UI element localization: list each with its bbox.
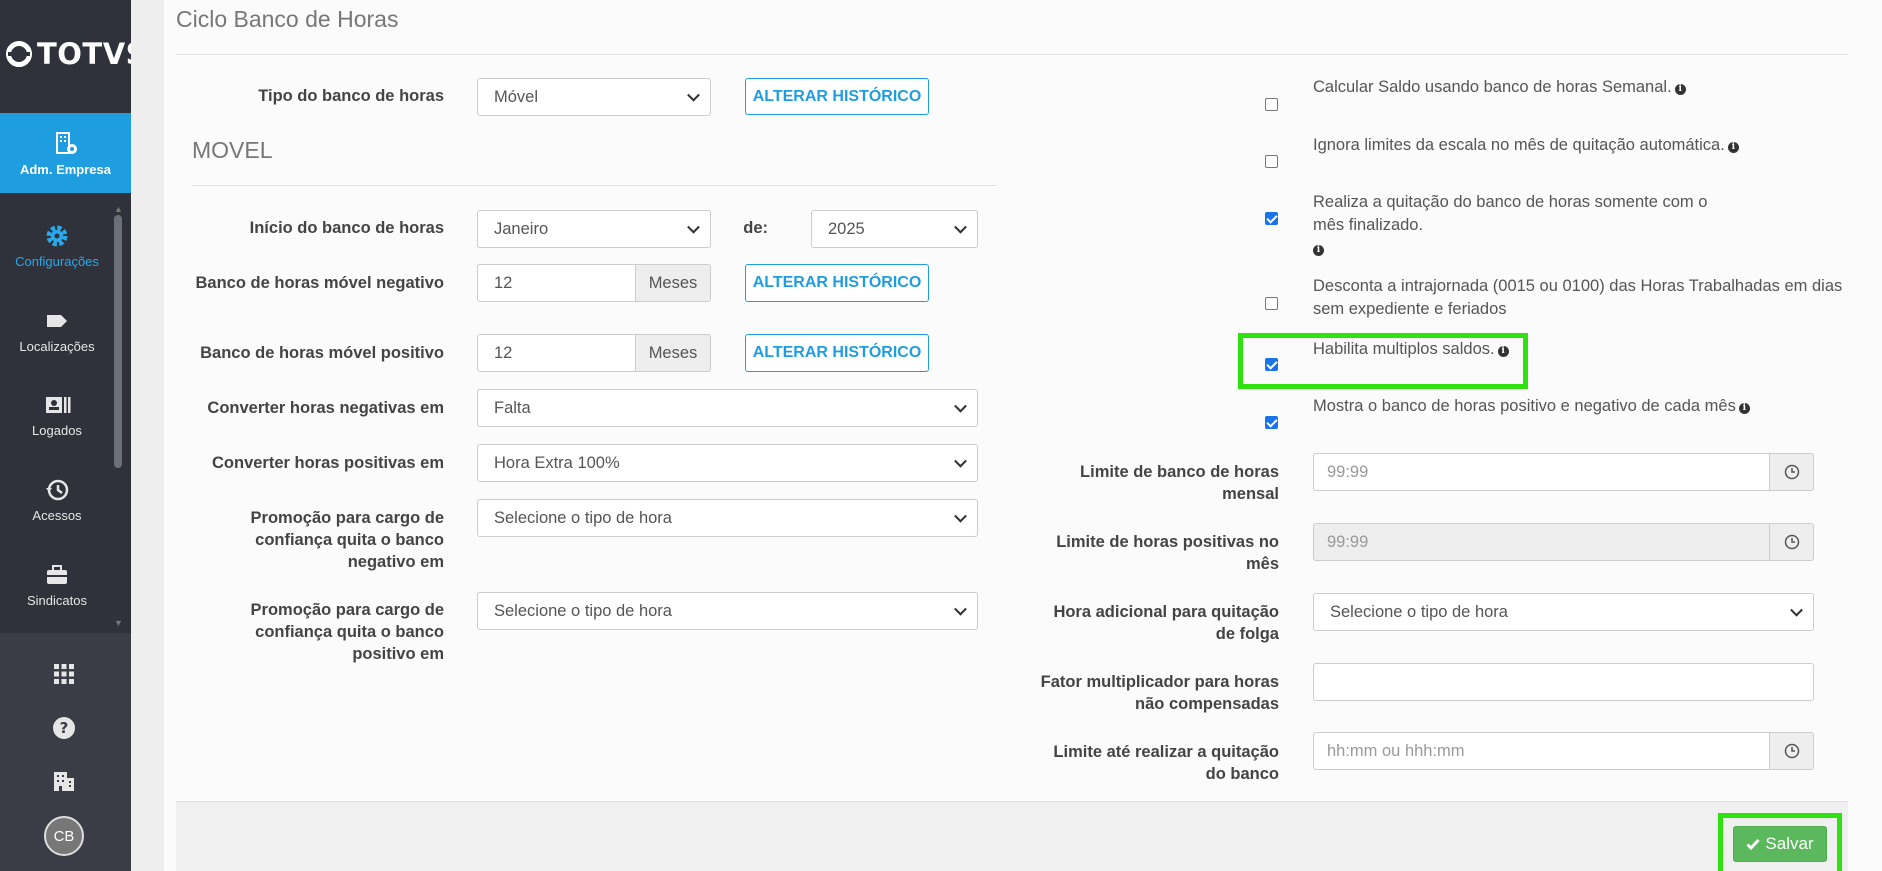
check-ignora-limites[interactable] — [1265, 155, 1278, 168]
briefcase-icon — [47, 565, 67, 584]
highlight-multiplos-saldos — [1238, 333, 1528, 389]
conv-pos-select[interactable]: Hora Extra 100% — [477, 444, 978, 482]
positivo-meses-addon: Meses — [635, 334, 711, 372]
check-saldo-semanal[interactable] — [1265, 98, 1278, 111]
check-mostra-label: Mostra o banco de horas positivo e negat… — [1313, 395, 1873, 418]
check-desconta-label: Desconta a intrajornada (0015 ou 0100) d… — [1313, 277, 1843, 318]
positivo-label: Banco de horas móvel positivo — [200, 344, 444, 362]
limite-pos-clock[interactable] — [1769, 523, 1814, 561]
grid-icon[interactable] — [51, 661, 77, 687]
tipo-select[interactable]: Móvel — [477, 78, 711, 116]
inicio-label: Início do banco de horas — [249, 219, 444, 237]
conv-neg-select[interactable]: Falta — [477, 389, 978, 427]
page-title: Ciclo Banco de Horas — [176, 6, 399, 32]
info-icon[interactable]: i — [1313, 245, 1324, 256]
save-button[interactable]: Salvar — [1733, 826, 1827, 862]
promo-pos-select[interactable]: Selecione o tipo de hora — [477, 592, 978, 630]
info-icon[interactable]: i — [1727, 142, 1739, 153]
check-quitacao-label: Realiza a quitação do banco de horas som… — [1313, 193, 1708, 256]
sidebar: TOTVS Adm. Empresa Configurações Localiz… — [0, 0, 147, 871]
check-saldo-semanal-label: Calcular Saldo usando banco de horas Sem… — [1313, 76, 1853, 99]
sidebar-item-acessos[interactable]: Acessos — [0, 476, 114, 523]
sidebar-item-label: Logados — [32, 423, 82, 438]
content-gutter — [131, 0, 164, 871]
de-label: de: — [743, 219, 768, 237]
check-ignora-limites-label: Ignora limites da escala no mês de quita… — [1313, 134, 1853, 157]
sidebar-item-configuracoes[interactable]: Configurações — [0, 222, 114, 269]
sidebar-item-label: Acessos — [32, 508, 82, 523]
limite-quitacao-label: Limite até realizar a quitação do banco — [1053, 743, 1279, 783]
limite-pos-label: Limite de horas positivas no mês — [1056, 533, 1279, 573]
building-gear-icon — [55, 132, 77, 154]
check-mostra-banco[interactable] — [1265, 416, 1278, 429]
clock-icon — [1784, 534, 1799, 550]
limite-quitacao-clock[interactable] — [1769, 732, 1814, 770]
scroll-down-icon[interactable]: ▼ — [114, 618, 123, 628]
clock-icon — [1784, 743, 1799, 759]
sidebar-item-label: Configurações — [15, 254, 99, 269]
gear-icon — [46, 225, 68, 247]
limite-pos-input[interactable]: 99:99 — [1313, 523, 1770, 561]
sidebar-scrollbar[interactable] — [114, 215, 122, 468]
promo-neg-label: Promoção para cargo de confiança quita o… — [250, 509, 444, 571]
inicio-year-select[interactable]: 2025 — [811, 210, 978, 248]
form-footer — [176, 801, 1848, 871]
avatar[interactable]: CB — [44, 816, 84, 856]
section-divider — [192, 185, 996, 186]
sidebar-item-logados[interactable]: Logados — [0, 391, 114, 438]
info-icon[interactable]: i — [1674, 84, 1686, 95]
scroll-up-icon[interactable]: ▲ — [114, 204, 123, 214]
section-title: MOVEL — [192, 137, 273, 163]
promo-pos-label: Promoção para cargo de confiança quita o… — [250, 601, 444, 663]
hora-adicional-label: Hora adicional para quitação de folga — [1053, 603, 1279, 643]
negativo-input[interactable]: 12 — [477, 264, 636, 302]
tipo-alterar-historico-button[interactable]: ALTERAR HISTÓRICO — [745, 78, 929, 115]
limite-mensal-input[interactable]: 99:99 — [1313, 453, 1770, 491]
info-icon[interactable]: i — [1738, 403, 1750, 414]
clock-icon — [1784, 464, 1799, 480]
sidebar-item-label: Localizações — [19, 339, 95, 354]
sidebar-item-sindicatos[interactable]: Sindicatos — [0, 561, 114, 608]
limite-quitacao-input[interactable]: hh:mm ou hhh:mm — [1313, 732, 1770, 770]
promo-neg-select[interactable]: Selecione o tipo de hora — [477, 499, 978, 537]
negativo-alterar-historico-button[interactable]: ALTERAR HISTÓRICO — [745, 264, 929, 302]
check-icon — [1746, 838, 1761, 850]
conv-neg-label: Converter horas negativas em — [207, 399, 444, 417]
building-icon[interactable] — [51, 768, 77, 794]
positivo-alterar-historico-button[interactable]: ALTERAR HISTÓRICO — [745, 334, 929, 372]
svg-text:?: ? — [60, 719, 69, 737]
inicio-month-select[interactable]: Janeiro — [477, 210, 711, 248]
tag-icon — [47, 315, 67, 327]
check-quitacao-mes-finalizado[interactable] — [1265, 212, 1278, 225]
tipo-label: Tipo do banco de horas — [258, 87, 444, 105]
totvs-logo-icon — [6, 41, 32, 67]
history-icon — [46, 479, 69, 501]
hora-adicional-select[interactable]: Selecione o tipo de hora — [1313, 593, 1814, 631]
help-icon[interactable]: ? — [51, 715, 77, 741]
sidebar-item-localizacoes[interactable]: Localizações — [0, 307, 114, 354]
sidebar-item-label: Sindicatos — [27, 593, 87, 608]
conv-pos-label: Converter horas positivas em — [212, 454, 444, 472]
totvs-logo[interactable]: TOTVS — [6, 36, 147, 72]
save-button-label: Salvar — [1765, 834, 1814, 853]
sidebar-item-adm-empresa[interactable]: Adm. Empresa — [0, 113, 131, 193]
id-card-icon — [46, 397, 71, 413]
negativo-meses-addon: Meses — [635, 264, 711, 302]
negativo-label: Banco de horas móvel negativo — [195, 274, 444, 292]
limite-mensal-label: Limite de banco de horas mensal — [1080, 463, 1279, 503]
fator-label: Fator multiplicador para horas não compe… — [1040, 673, 1279, 713]
limite-mensal-clock[interactable] — [1769, 453, 1814, 491]
title-divider — [176, 54, 1848, 55]
sidebar-item-label: Adm. Empresa — [19, 162, 112, 177]
positivo-input[interactable]: 12 — [477, 334, 636, 372]
fator-input[interactable] — [1313, 663, 1814, 701]
check-desconta-intrajornada[interactable] — [1265, 297, 1278, 310]
